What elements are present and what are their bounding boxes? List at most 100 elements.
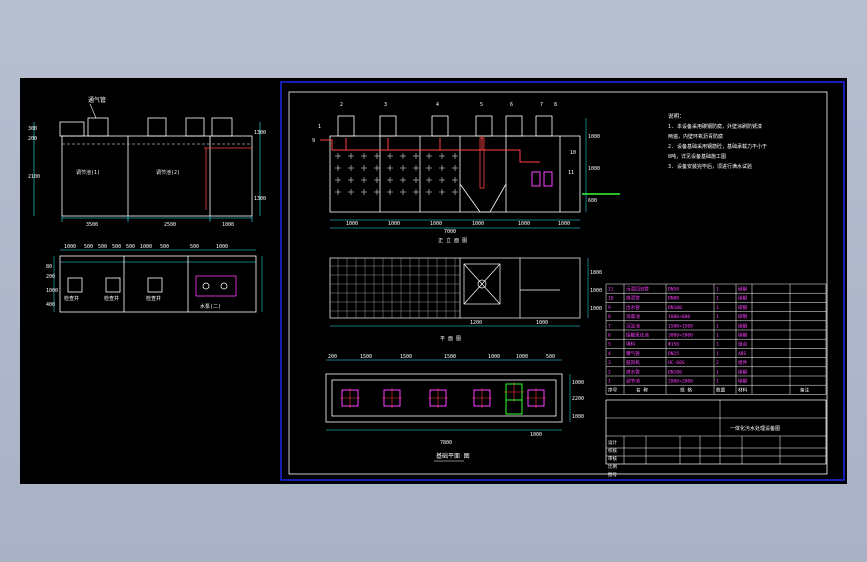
table-cell: 曝气管 <box>626 350 640 357</box>
foundation-dim-top: 1000 <box>516 354 528 360</box>
plan-dim-bottom: 1000 <box>536 320 548 326</box>
title-block-cell: 审核 <box>608 455 617 462</box>
table-cell: 3 <box>608 360 611 366</box>
elevation-dim: 1000 <box>558 221 570 227</box>
main-elevation-dims <box>330 118 587 229</box>
foundation-dim-top: 1500 <box>444 354 456 360</box>
elevation-total: 7000 <box>444 229 456 235</box>
left-plan-dim-left-1: 80 <box>46 264 52 270</box>
table-cell: 1500×1500 <box>668 323 693 329</box>
callout-label: 4 <box>436 102 439 108</box>
title-block: 一体化污水处理设备图设计校核审核比例图号 <box>605 399 827 478</box>
foundation-pad <box>505 399 523 415</box>
left-plan-dim-texts: 1000 500 500 500 500 1000 500 500 1000 <box>64 244 228 250</box>
right-dim: 600 <box>588 198 597 204</box>
table-cell: 碳钢 <box>738 295 748 302</box>
foundation-dim-top: 1000 <box>488 354 500 360</box>
callout-label: 8 <box>554 102 557 108</box>
callout-label: 11 <box>568 170 574 176</box>
foundation-dim-top: 1500 <box>360 354 372 360</box>
table-cell: 1 <box>716 379 719 385</box>
note-line: 3. 设备安装完毕后，须进行满水试验 <box>668 163 752 170</box>
table-cell: 1 <box>716 305 719 311</box>
elevation-dim: 1000 <box>430 221 442 227</box>
plan-label-3: 检查井 <box>146 295 161 302</box>
table-cell: 组合 <box>738 341 748 348</box>
plan-dim-texts: 1800 1000 1000 1200 1000 <box>470 270 602 326</box>
table-cell: 3000×2000 <box>668 333 693 339</box>
left-dim-left-1: 300 <box>28 126 37 132</box>
table-cell: 碳钢 <box>738 322 748 329</box>
table-header-cell: 数量 <box>716 387 726 394</box>
table-cell: 碳钢 <box>738 378 748 385</box>
elevation-dim-texts: 1000 1000 1000 1000 1000 1000 <box>346 221 570 227</box>
plan-grid <box>330 258 460 318</box>
callout-label: 7 <box>540 102 543 108</box>
table-cell: 1 <box>716 351 719 357</box>
table-cell: 1 <box>716 369 719 375</box>
table-cell: DN80 <box>668 296 679 302</box>
table-header-cell: 材料 <box>738 387 748 394</box>
table-cell: 6 <box>608 333 611 339</box>
table-cell: Φ150 <box>668 342 679 348</box>
left-plan-dim-left-3: 1000 <box>46 288 58 294</box>
table-cell: ABS <box>738 351 747 357</box>
plan-label-2: 检查井 <box>104 295 119 302</box>
left-plan-dim-top: 500 <box>160 244 169 250</box>
table-cell: 碳钢 <box>738 304 748 311</box>
foundation-dim-bottom: 1000 <box>530 432 542 438</box>
table-cell: 污泥回流管 <box>626 286 649 293</box>
notes-title: 说明： <box>668 112 685 120</box>
table-cell: 调节池 <box>626 378 640 385</box>
elevation-dim: 1000 <box>518 221 530 227</box>
table-cell: 1000×800 <box>668 314 690 320</box>
note-line: 2. 设备基础采用钢筋砼，基础承载力不小于 <box>668 143 767 150</box>
table-cell: 接触氧化池 <box>626 332 649 339</box>
plan-dim-right: 1000 <box>590 288 602 294</box>
table-cell: 1 <box>716 333 719 339</box>
plan-dim-right: 1000 <box>590 306 602 312</box>
table-cell: 2 <box>608 369 611 375</box>
left-plan-dim-top: 1000 <box>64 244 76 250</box>
foundation-dims <box>326 359 571 431</box>
table-cell: 1 <box>716 287 719 293</box>
table-header-cell: 备注 <box>800 387 810 394</box>
table-cell: 2000×2000 <box>668 379 693 385</box>
drawing-canvas: 通气管 调节池(1) 调节池(2) 3500 2500 1000 300 200… <box>28 81 845 481</box>
table-cell: 消毒池 <box>626 313 640 320</box>
table-cell: 8 <box>608 314 611 320</box>
right-dim: 1000 <box>588 166 600 172</box>
plan-label-1: 检查井 <box>64 295 79 302</box>
left-dim-left-3: 2100 <box>28 174 40 180</box>
left-top-label: 通气管 <box>88 96 106 104</box>
left-dim-right-1: 1300 <box>254 130 266 136</box>
foundation-dim-top: 1500 <box>400 354 412 360</box>
elevation-dim: 1000 <box>346 221 358 227</box>
tank-label-1: 调节池(1) <box>76 169 100 176</box>
table-header-cell: 序号 <box>608 387 618 394</box>
title-block-name: 一体化污水处理设备图 <box>730 425 780 432</box>
foundation-total: 7800 <box>440 440 452 446</box>
left-plan-dim-top: 1000 <box>216 244 228 250</box>
table-cell: 出水管 <box>626 304 640 311</box>
elevation-dim: 1000 <box>388 221 400 227</box>
sheet-outer-frame <box>280 81 845 481</box>
left-plan-view <box>59 255 257 313</box>
left-dim-right-2: 1300 <box>254 196 266 202</box>
callout-label: 10 <box>570 150 576 156</box>
plan-dim-right: 1800 <box>590 270 602 276</box>
table-cell: 碳钢 <box>738 368 748 375</box>
elevation-dim: 1000 <box>472 221 484 227</box>
callout-label: 6 <box>510 102 513 108</box>
callout-labels: 1 2 3 4 5 6 7 8 9 10 11 <box>312 102 576 176</box>
plan-dim-bottom: 1200 <box>470 320 482 326</box>
table-cell: 1 <box>716 296 719 302</box>
left-dim-bottom-3: 1000 <box>222 222 234 228</box>
table-cell: DN100 <box>668 369 682 375</box>
cad-viewport[interactable]: 通气管 调节池(1) 调节池(2) 3500 2500 1000 300 200… <box>20 78 847 484</box>
table-cell: 碳钢 <box>738 286 748 293</box>
callout-label: 2 <box>340 102 343 108</box>
table-cell: 鼓风机 <box>626 359 640 366</box>
plan-label-4: 水泵(二) <box>200 303 221 310</box>
table-cell: 沉淀池 <box>626 322 640 329</box>
